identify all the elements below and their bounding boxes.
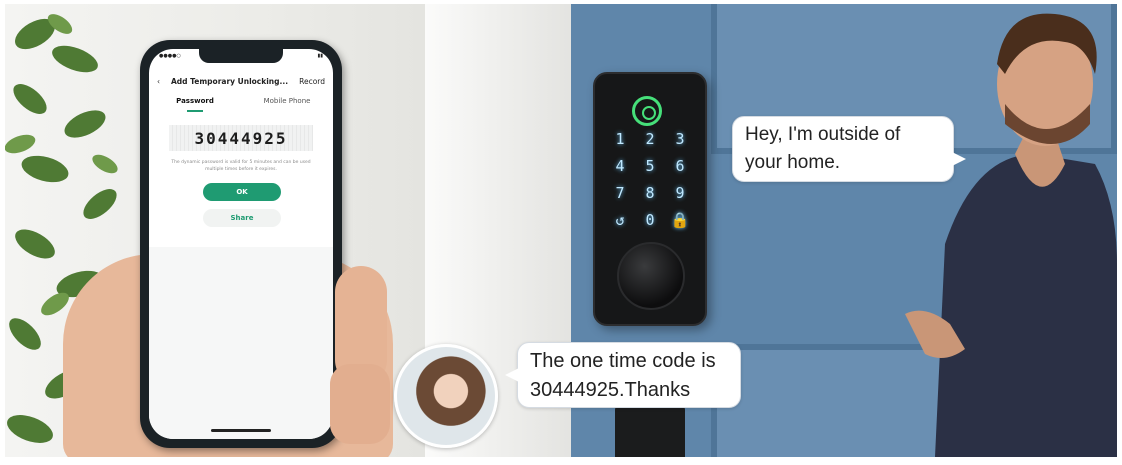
fingerprint-icon [632,96,662,126]
password-card: 30444925 The dynamic password is valid f… [149,117,333,247]
lock-key: 4 [615,157,625,175]
tab-bar: Password Mobile Phone [149,97,333,113]
signal-indicator: ●●●●○ [159,53,181,59]
home-indicator [211,429,271,432]
tab-mobile-phone[interactable]: Mobile Phone [241,97,333,113]
scene: 1 2 3 4 5 6 7 8 9 ↺ 0 🔒 ●●●●○ ▮▮ ‹ Add T… [5,4,1117,457]
share-button[interactable]: Share [203,209,281,227]
record-link[interactable]: Record [299,77,325,86]
lock-keypad: 1 2 3 4 5 6 7 8 9 ↺ 0 🔒 [605,130,695,230]
status-bar: ●●●●○ ▮▮ [159,53,323,63]
phone-screen: ●●●●○ ▮▮ ‹ Add Temporary Unlocking... Re… [149,49,333,439]
lock-key: 6 [675,157,685,175]
password-display: 30444925 [169,125,313,151]
back-icon[interactable]: ‹ [157,77,160,86]
page-title: Add Temporary Unlocking... [171,76,289,86]
fingers-illustration [330,364,390,444]
ok-button[interactable]: OK [203,183,281,201]
woman-avatar [394,344,498,448]
smart-lock: 1 2 3 4 5 6 7 8 9 ↺ 0 🔒 [593,72,707,326]
battery-icon: ▮▮ [317,53,323,59]
padlock-key-icon: 🔒 [670,211,690,229]
lock-key: 8 [645,184,655,202]
lock-key: 5 [645,157,655,175]
woman-speech-bubble: The one time code is 30444925.Thanks [505,342,741,408]
back-key-icon: ↺ [615,211,625,229]
man-illustration [905,13,1117,457]
lock-key: 0 [645,211,655,229]
password-note: The dynamic password is valid for 5 minu… [171,160,311,172]
man-speech-bubble: Hey, I'm outside of your home. [732,116,966,182]
lock-key: 1 [615,130,625,148]
tab-password[interactable]: Password [149,97,241,113]
lock-key: 3 [675,130,685,148]
smartphone: ●●●●○ ▮▮ ‹ Add Temporary Unlocking... Re… [140,40,342,448]
content-area: 30444925 The dynamic password is valid f… [149,117,333,439]
door-handle [615,404,685,457]
lock-knob [617,242,685,310]
lock-key: 7 [615,184,625,202]
lock-key: 2 [645,130,655,148]
lock-key: 9 [675,184,685,202]
app-bar: ‹ Add Temporary Unlocking... Record [149,71,333,91]
